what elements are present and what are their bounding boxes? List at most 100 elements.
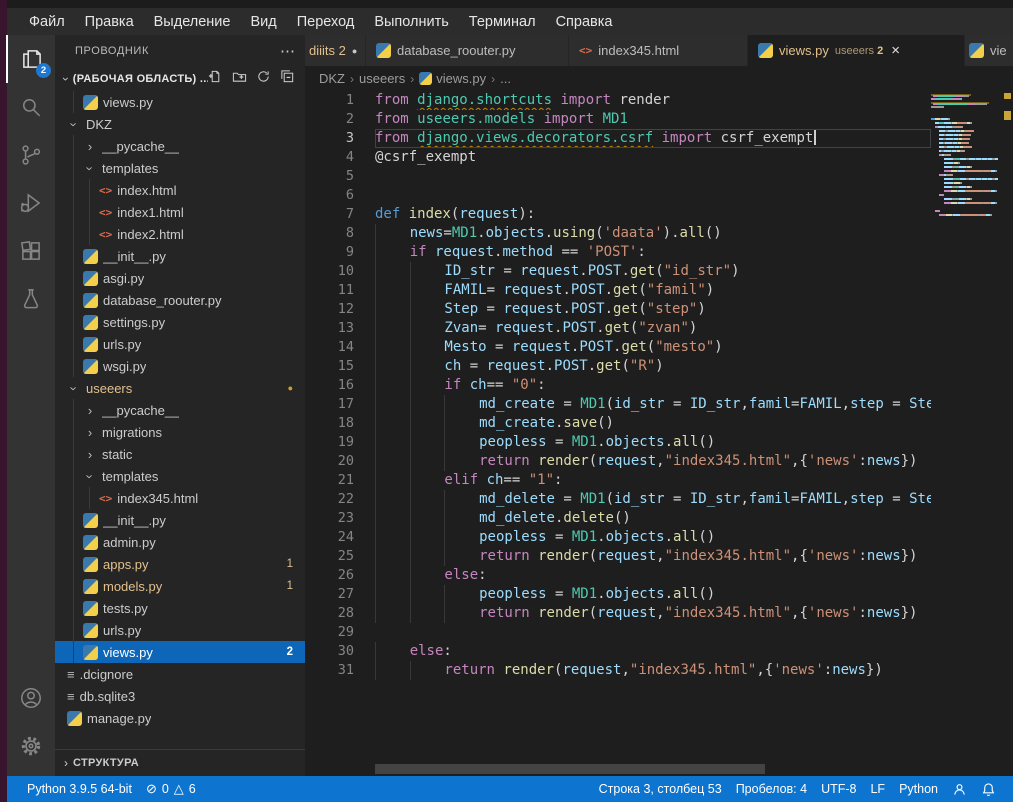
- horizontal-scrollbar[interactable]: [375, 764, 765, 774]
- tree-item-templates[interactable]: ›templates: [55, 157, 305, 179]
- code-line-6[interactable]: 6: [305, 186, 931, 205]
- code-line-3[interactable]: 3from django.views.decorators.csrf impor…: [305, 129, 931, 148]
- new-folder-icon[interactable]: [232, 69, 247, 89]
- code-line-21[interactable]: 21elif ch== "1":: [305, 471, 931, 490]
- notifications-bell-icon[interactable]: [974, 782, 1003, 797]
- tree-item-static[interactable]: ›static: [55, 443, 305, 465]
- line-number[interactable]: 23: [305, 509, 375, 528]
- breadcrumb-...[interactable]: ...: [500, 71, 511, 86]
- code-line-18[interactable]: 18md_create.save(): [305, 414, 931, 433]
- extensions-icon[interactable]: [7, 227, 55, 275]
- code-line-23[interactable]: 23md_delete.delete(): [305, 509, 931, 528]
- feedback-icon[interactable]: [945, 782, 974, 797]
- code-line-1[interactable]: 1from django.shortcuts import render: [305, 91, 931, 110]
- line-number[interactable]: 30: [305, 642, 375, 661]
- tree-item-views.py[interactable]: views.py2: [55, 641, 305, 663]
- code-line-15[interactable]: 15ch = request.POST.get("R"): [305, 357, 931, 376]
- testing-icon[interactable]: [7, 275, 55, 323]
- tree-item-.dcignore[interactable]: ≡.dcignore: [55, 663, 305, 685]
- code-line-30[interactable]: 30else:: [305, 642, 931, 661]
- explorer-icon[interactable]: 2: [6, 35, 56, 83]
- line-number[interactable]: 29: [305, 623, 375, 642]
- code-line-11[interactable]: 11FAMIL= request.POST.get("famil"): [305, 281, 931, 300]
- breadcrumb-DKZ[interactable]: DKZ: [319, 71, 345, 86]
- status-строка-3-столбец-53[interactable]: Строка 3, столбец 53: [592, 782, 729, 796]
- code-line-20[interactable]: 20return render(request,"index345.html",…: [305, 452, 931, 471]
- tree-item-index.html[interactable]: <>index.html: [55, 179, 305, 201]
- menu-item-Вид[interactable]: Вид: [240, 14, 286, 30]
- line-number[interactable]: 28: [305, 604, 375, 623]
- line-number[interactable]: 4: [305, 148, 375, 167]
- code-line-22[interactable]: 22md_delete = MD1(id_str = ID_str,famil=…: [305, 490, 931, 509]
- line-number[interactable]: 13: [305, 319, 375, 338]
- breadcrumb-views.py[interactable]: views.py: [419, 71, 486, 86]
- menu-item-Выделение[interactable]: Выделение: [144, 14, 241, 30]
- refresh-icon[interactable]: [256, 69, 271, 89]
- tree-item-__init__.py[interactable]: __init__.py: [55, 245, 305, 267]
- code-line-25[interactable]: 25return render(request,"index345.html",…: [305, 547, 931, 566]
- menu-item-Выполнить[interactable]: Выполнить: [364, 14, 458, 30]
- line-number[interactable]: 8: [305, 224, 375, 243]
- code-line-9[interactable]: 9if request.method == 'POST':: [305, 243, 931, 262]
- tree-item-migrations[interactable]: ›migrations: [55, 421, 305, 443]
- code-line-19[interactable]: 19peopless = MD1.objects.all(): [305, 433, 931, 452]
- tree-item-db.sqlite3[interactable]: ≡db.sqlite3: [55, 685, 305, 707]
- line-number[interactable]: 1: [305, 91, 375, 110]
- line-number[interactable]: 16: [305, 376, 375, 395]
- status-python[interactable]: Python: [892, 782, 945, 796]
- line-number[interactable]: 5: [305, 167, 375, 186]
- code-line-14[interactable]: 14Mesto = request.POST.get("mesto"): [305, 338, 931, 357]
- line-number[interactable]: 7: [305, 205, 375, 224]
- status-пробелов-4[interactable]: Пробелов: 4: [729, 782, 814, 796]
- line-number[interactable]: 3: [305, 129, 375, 148]
- line-number[interactable]: 10: [305, 262, 375, 281]
- tree-item-__pycache__[interactable]: ›__pycache__: [55, 399, 305, 421]
- line-number[interactable]: 21: [305, 471, 375, 490]
- code-line-5[interactable]: 5: [305, 167, 931, 186]
- tree-item-settings.py[interactable]: settings.py: [55, 311, 305, 333]
- line-number[interactable]: 19: [305, 433, 375, 452]
- line-number[interactable]: 9: [305, 243, 375, 262]
- line-number[interactable]: 2: [305, 110, 375, 129]
- line-number[interactable]: 27: [305, 585, 375, 604]
- tree-item-wsgi.py[interactable]: wsgi.py: [55, 355, 305, 377]
- line-number[interactable]: 14: [305, 338, 375, 357]
- line-number[interactable]: 17: [305, 395, 375, 414]
- menu-item-Терминал[interactable]: Терминал: [459, 14, 546, 30]
- tree-item-__init__.py[interactable]: __init__.py: [55, 509, 305, 531]
- tab-views.py[interactable]: views.pyuseeers 2×: [748, 35, 965, 66]
- tree-item-useeers[interactable]: ›useeers●: [55, 377, 305, 399]
- line-number[interactable]: 25: [305, 547, 375, 566]
- tree-item-database_roouter.py[interactable]: database_roouter.py: [55, 289, 305, 311]
- collapse-all-icon[interactable]: [280, 69, 295, 89]
- breadcrumb-useeers[interactable]: useeers: [359, 71, 405, 86]
- source-control-icon[interactable]: [7, 131, 55, 179]
- problems-status[interactable]: ⊘0 △6: [139, 781, 203, 797]
- line-number[interactable]: 20: [305, 452, 375, 471]
- code-line-24[interactable]: 24peopless = MD1.objects.all(): [305, 528, 931, 547]
- tree-item-index2.html[interactable]: <>index2.html: [55, 223, 305, 245]
- tree-item-templates[interactable]: ›templates: [55, 465, 305, 487]
- code-line-27[interactable]: 27peopless = MD1.objects.all(): [305, 585, 931, 604]
- menu-item-Файл[interactable]: Файл: [19, 14, 75, 30]
- sidebar-more-icon[interactable]: ⋯: [280, 42, 295, 60]
- code-line-26[interactable]: 26else:: [305, 566, 931, 585]
- tree-item-urls.py[interactable]: urls.py: [55, 333, 305, 355]
- minimap[interactable]: [931, 93, 1003, 217]
- search-icon[interactable]: [7, 83, 55, 131]
- line-number[interactable]: 18: [305, 414, 375, 433]
- settings-gear-icon[interactable]: [7, 722, 55, 770]
- tree-item-tests.py[interactable]: tests.py: [55, 597, 305, 619]
- structure-section-header[interactable]: › СТРУКТУРА: [55, 749, 305, 776]
- code-line-4[interactable]: 4@csrf_exempt: [305, 148, 931, 167]
- code-line-16[interactable]: 16if ch== "0":: [305, 376, 931, 395]
- line-number[interactable]: 31: [305, 661, 375, 680]
- code-line-7[interactable]: 7def index(request):: [305, 205, 931, 224]
- code-line-2[interactable]: 2from useeers.models import MD1: [305, 110, 931, 129]
- code-line-12[interactable]: 12Step = request.POST.get("step"): [305, 300, 931, 319]
- line-number[interactable]: 22: [305, 490, 375, 509]
- tab-diiits 2[interactable]: diiits 2●: [305, 35, 366, 66]
- code-line-8[interactable]: 8news=MD1.objects.using('daata').all(): [305, 224, 931, 243]
- run-debug-icon[interactable]: [7, 179, 55, 227]
- menu-item-Правка[interactable]: Правка: [75, 14, 144, 30]
